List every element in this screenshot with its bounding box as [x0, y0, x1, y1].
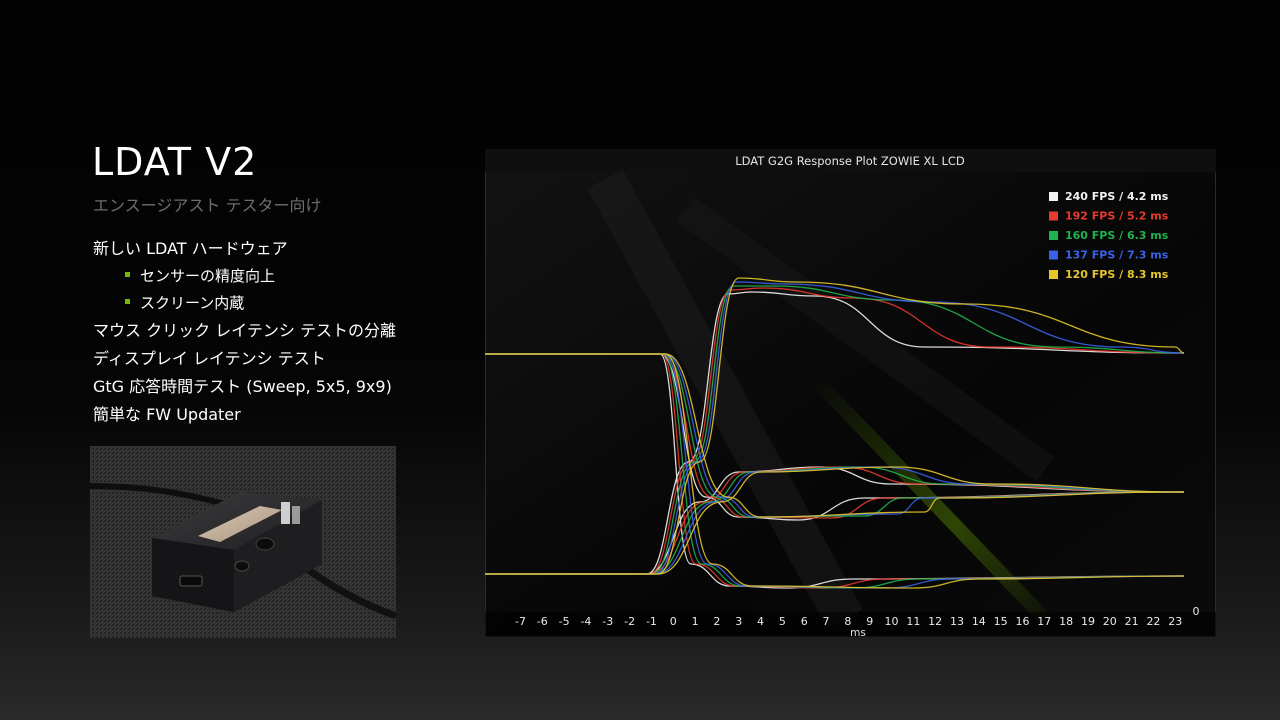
- legend-entry: 137 FPS / 7.3 ms: [1065, 249, 1169, 262]
- sub-bullet-item: センサーの精度向上: [93, 263, 396, 290]
- x-tick-label: 17: [1037, 615, 1051, 628]
- x-tick-label: 14: [972, 615, 986, 628]
- x-tick-label: -4: [580, 615, 591, 628]
- x-tick-label: 16: [1015, 615, 1029, 628]
- legend-swatch: [1049, 231, 1058, 240]
- legend-swatch: [1049, 211, 1058, 221]
- chart-title: LDAT G2G Response Plot ZOWIE XL LCD: [735, 154, 965, 168]
- legend-swatch: [1049, 250, 1058, 260]
- bullet-text: スクリーン内蔵: [140, 294, 245, 312]
- x-tick-label: 2: [713, 615, 720, 628]
- x-tick-label: 10: [885, 615, 899, 628]
- x-tick-label: -7: [515, 615, 526, 628]
- x-tick-label: 4: [757, 615, 764, 628]
- bullet-item: GtG 応答時間テスト (Sweep, 5x5, 9x9): [93, 373, 396, 401]
- x-tick-label: 9: [866, 615, 873, 628]
- x-tick-label: 7: [823, 615, 830, 628]
- x-tick-label: 21: [1125, 615, 1139, 628]
- green-square-icon: [125, 272, 130, 277]
- x-tick-label: 23: [1168, 615, 1182, 628]
- bullet-text: ディスプレイ レイテンシ テスト: [93, 349, 326, 368]
- bullet-item: 簡単な FW Updater: [93, 401, 396, 429]
- sub-bullet-item: スクリーン内蔵: [93, 290, 396, 317]
- legend-entry: 120 FPS / 8.3 ms: [1065, 268, 1169, 281]
- x-tick-label: -1: [646, 615, 657, 628]
- x-tick-label: 18: [1059, 615, 1073, 628]
- slide-title: LDAT V2: [92, 140, 258, 184]
- bullet-text: 簡単な FW Updater: [93, 405, 241, 424]
- x-tick-label: 5: [779, 615, 786, 628]
- legend-entry: 192 FPS / 5.2 ms: [1065, 210, 1169, 223]
- green-square-icon: [125, 299, 130, 304]
- legend-entry: 160 FPS / 6.3 ms: [1065, 229, 1169, 242]
- x-axis-label: ms: [850, 627, 866, 637]
- bullet-text: マウス クリック レイテンシ テストの分離: [93, 321, 396, 340]
- x-tick-label: 12: [928, 615, 942, 628]
- chart-svg: LDAT G2G Response Plot ZOWIE XL LCD 0 ms…: [484, 148, 1217, 639]
- y-corner-label: 0: [1193, 605, 1200, 618]
- x-tick-label: 8: [844, 615, 851, 628]
- ldat-device-photo: [90, 446, 396, 638]
- g2g-response-chart: LDAT G2G Response Plot ZOWIE XL LCD 0 ms…: [484, 148, 1217, 639]
- x-tick-label: 3: [735, 615, 742, 628]
- x-tick-label: 19: [1081, 615, 1095, 628]
- legend-entry: 240 FPS / 4.2 ms: [1065, 190, 1169, 203]
- slide-subtitle: エンスージアスト テスター向け: [93, 196, 322, 215]
- x-tick-label: 22: [1146, 615, 1160, 628]
- bullet-item: 新しい LDAT ハードウェア: [93, 235, 396, 263]
- bullet-text: GtG 応答時間テスト (Sweep, 5x5, 9x9): [93, 377, 392, 396]
- bullet-text: センサーの精度向上: [140, 267, 276, 285]
- x-tick-label: 15: [994, 615, 1008, 628]
- legend-swatch: [1049, 192, 1058, 201]
- x-tick-label: 1: [692, 615, 699, 628]
- x-tick-label: -2: [624, 615, 635, 628]
- x-tick-label: -3: [602, 615, 613, 628]
- x-tick-label: 6: [801, 615, 808, 628]
- feature-list: 新しい LDAT ハードウェア センサーの精度向上 スクリーン内蔵 マウス クリ…: [93, 235, 396, 429]
- bullet-item: マウス クリック レイテンシ テストの分離: [93, 317, 396, 345]
- x-tick-label: 20: [1103, 615, 1117, 628]
- x-tick-label: -6: [537, 615, 548, 628]
- x-tick-label: 0: [670, 615, 677, 628]
- legend-swatch: [1049, 270, 1058, 279]
- x-tick-label: 13: [950, 615, 964, 628]
- x-tick-label: 11: [906, 615, 920, 628]
- x-tick-label: -5: [559, 615, 570, 628]
- bullet-item: ディスプレイ レイテンシ テスト: [93, 345, 396, 373]
- bullet-text: 新しい LDAT ハードウェア: [93, 239, 288, 258]
